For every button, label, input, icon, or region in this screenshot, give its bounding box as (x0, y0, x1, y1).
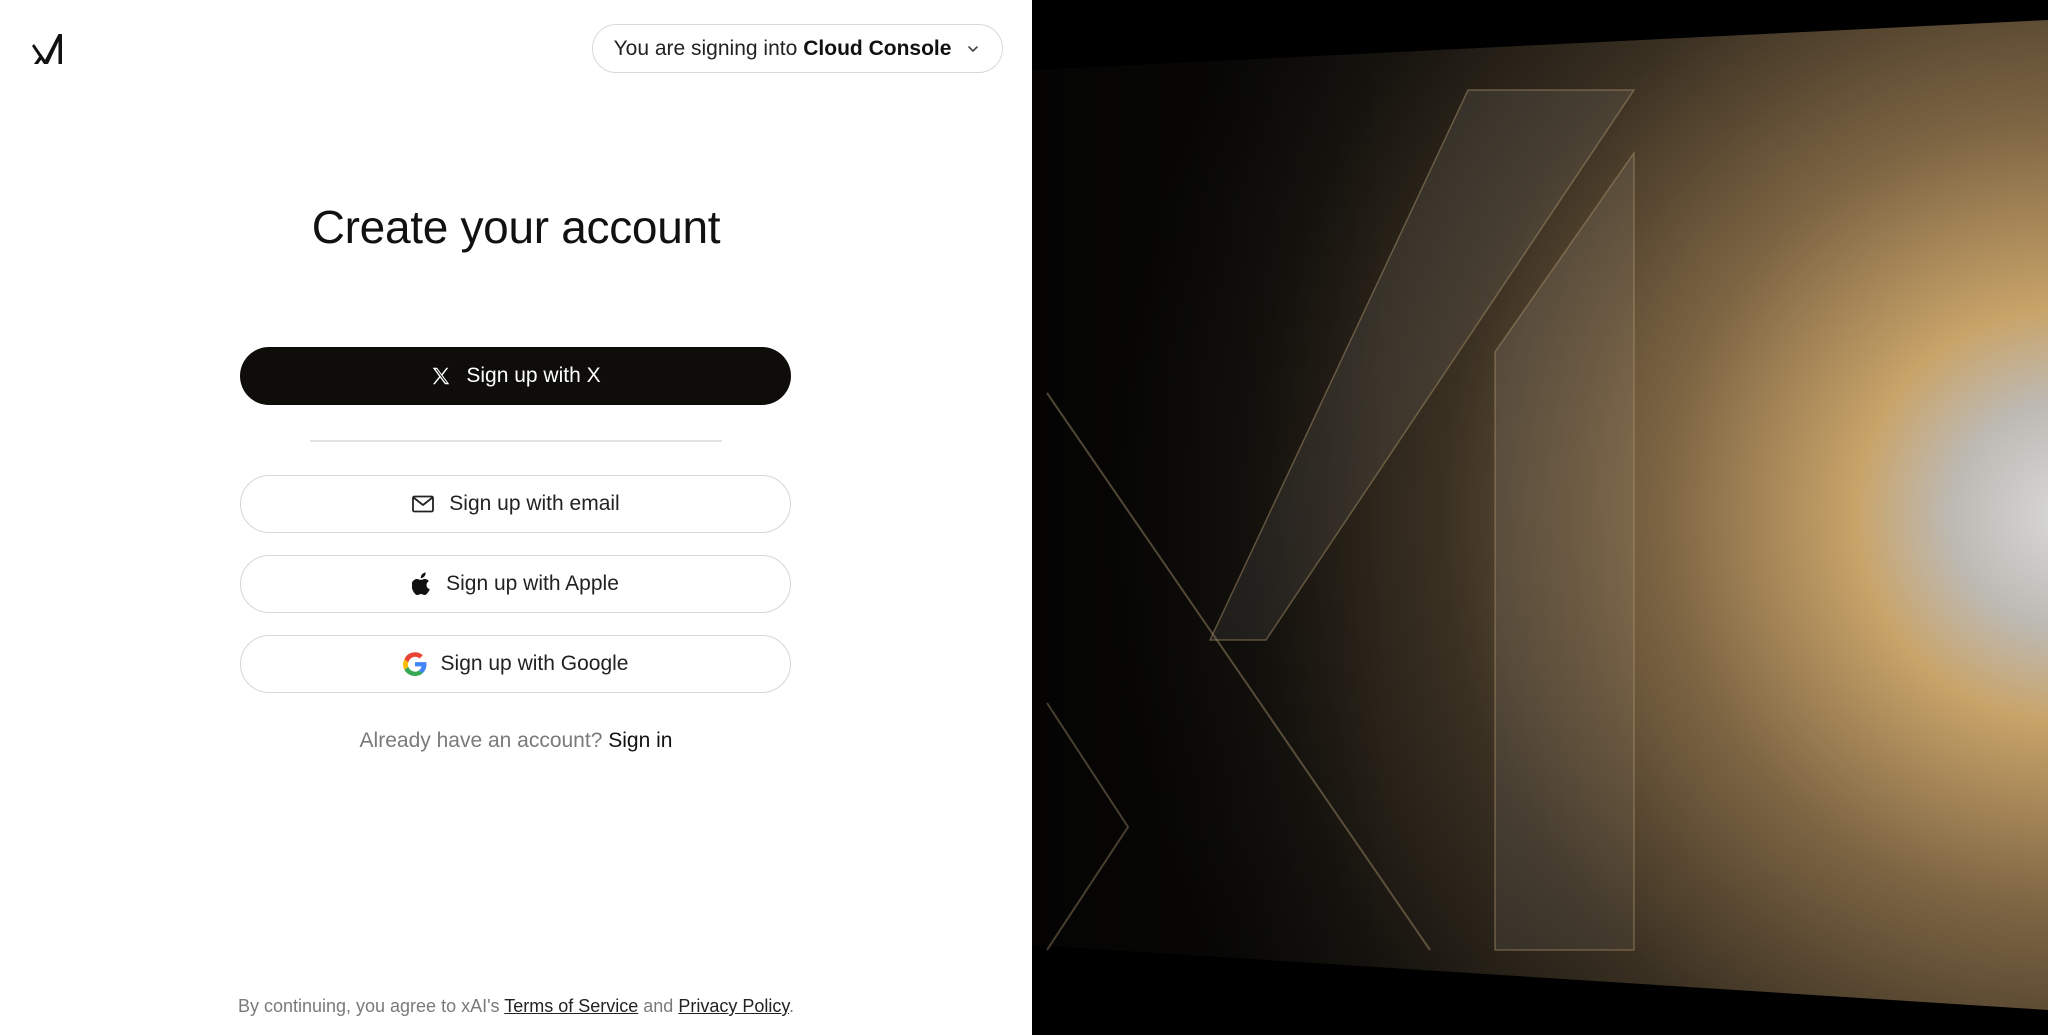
sign-up-with-x-label: Sign up with X (466, 364, 601, 387)
console-switcher-product: Cloud Console (803, 36, 952, 60)
sign-up-with-google-label: Sign up with Google (440, 652, 629, 675)
sign-up-with-email-label: Sign up with email (449, 492, 620, 515)
page-title: Create your account (311, 201, 721, 253)
legal-prefix: By continuing, you agree to xAI's (237, 996, 500, 1016)
xai-glow-artwork (1032, 0, 2048, 1035)
sign-in-link[interactable]: Sign in (608, 729, 672, 752)
divider (310, 440, 722, 442)
x-logo-icon (433, 367, 450, 385)
privacy-policy-link[interactable]: Privacy Policy (678, 996, 789, 1016)
chevron-down-icon (968, 45, 979, 52)
console-switcher-prefix: You are signing into (613, 36, 798, 60)
legal-notice: By continuing, you agree to xAI's Terms … (0, 996, 1032, 1017)
xai-logo-icon[interactable] (32, 32, 66, 66)
legal-suffix: . (789, 996, 795, 1016)
terms-of-service-link[interactable]: Terms of Service (504, 996, 638, 1016)
mail-icon (412, 495, 435, 513)
page: You are signing into Cloud Console Creat… (0, 0, 2048, 1035)
sign-up-with-x-button[interactable]: Sign up with X (240, 347, 791, 405)
apple-icon (412, 572, 430, 595)
console-switcher-button[interactable]: You are signing into Cloud Console (592, 24, 1003, 73)
sign-up-with-apple-label: Sign up with Apple (446, 572, 619, 595)
sign-up-with-apple-button[interactable]: Sign up with Apple (240, 555, 791, 613)
sign-up-with-google-button[interactable]: Sign up with Google (240, 635, 791, 693)
auth-panel: You are signing into Cloud Console Creat… (0, 0, 1032, 1035)
brand-artwork (1032, 0, 2048, 1035)
sign-in-prompt-text: Already have an account? (359, 729, 603, 752)
legal-and: and (643, 996, 674, 1016)
google-icon (402, 652, 427, 676)
sign-in-prompt: Already have an account? Sign in (0, 729, 1032, 753)
sign-up-with-email-button[interactable]: Sign up with email (240, 475, 791, 533)
